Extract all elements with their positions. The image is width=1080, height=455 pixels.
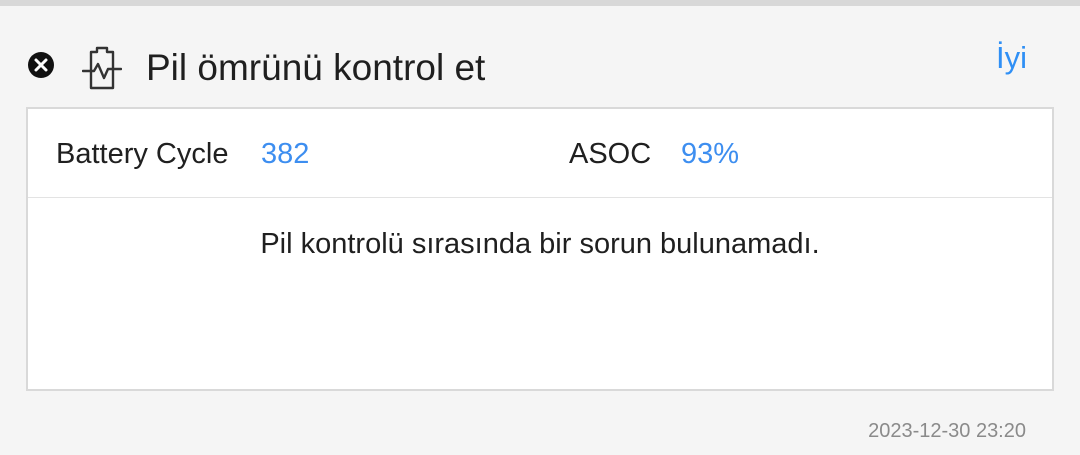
- battery-cycle-label: Battery Cycle: [56, 138, 229, 170]
- battery-summary-card: Battery Cycle 382 ASOC 93% Pil kontrolü …: [26, 107, 1054, 391]
- asoc-value: 93%: [681, 138, 740, 170]
- battery-cycle-value: 382: [261, 138, 310, 170]
- page-title: Pil ömrünü kontrol et: [146, 47, 486, 88]
- asoc-label: ASOC: [569, 138, 652, 170]
- battery-check-header: Pil ömrünü kontrol et İyi: [0, 6, 1080, 106]
- timestamp: 2023-12-30 23:20: [868, 420, 1026, 442]
- battery-status: İyi: [996, 40, 1027, 75]
- battery-check-message: Pil kontrolü sırasında bir sorun bulunam…: [260, 228, 820, 260]
- battery-health-icon: [82, 46, 122, 90]
- battery-stats-row: Battery Cycle 382 ASOC 93%: [28, 109, 1052, 198]
- close-icon[interactable]: [27, 51, 55, 79]
